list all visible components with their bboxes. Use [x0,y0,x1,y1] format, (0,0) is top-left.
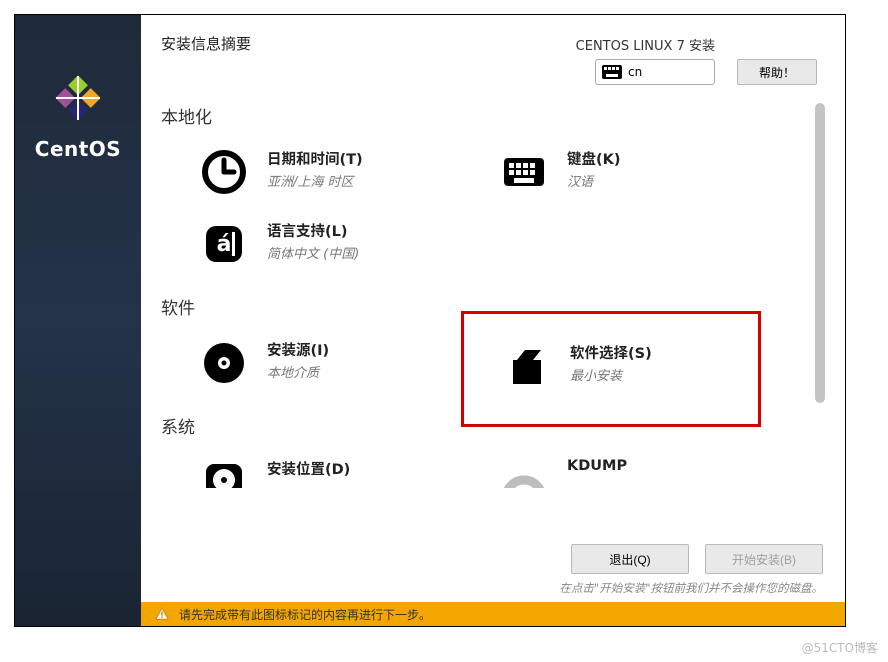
centos-logo [15,71,141,129]
clock-icon [199,148,249,196]
item-keyboard-sub: 汉语 [567,171,621,190]
quit-button[interactable]: 退出(Q) [571,544,689,574]
item-kdump-title: KDUMP [567,458,627,474]
summary-body: 本地化 日期和时间(T) 亚洲/上海 时区 [141,95,801,554]
keyboard-icon [602,65,622,79]
item-source-sub: 本地介质 [267,362,329,381]
sidebar: CentOS [15,15,141,626]
svg-text:á: á [217,232,232,257]
item-keyboard-title: 键盘(K) [567,148,621,169]
item-datetime-title: 日期和时间(T) [267,148,363,169]
brand-label: CentOS [15,137,141,161]
item-language-title: 语言支持(L) [267,220,359,241]
warning-text: 请先完成带有此图标标记的内容再进行下一步。 [179,606,431,623]
item-datetime-sub: 亚洲/上海 时区 [267,171,363,190]
help-button[interactable]: 帮助！ [737,59,817,85]
watermark: @51CTO博客 [802,639,878,656]
disc-icon [199,339,249,387]
item-software-sub: 最小安装 [570,365,652,384]
item-keyboard[interactable]: 键盘(K) 汉语 [461,142,761,214]
install-label: CENTOS LINUX 7 安装 [576,35,715,54]
keyboard-icon [499,148,549,196]
item-kdump[interactable]: KDUMP [461,452,761,488]
kdump-icon [499,458,549,488]
warning-bar: 请先完成带有此图标标记的内容再进行下一步。 [141,602,845,626]
page-title: 安装信息摘要 [161,33,827,54]
item-language[interactable]: á 语言支持(L) 简体中文 (中国) [161,214,461,286]
warning-icon [155,607,169,621]
item-dest-title: 安装位置(D) [267,458,350,479]
scrollbar[interactable] [815,103,825,524]
item-software-title: 软件选择(S) [570,342,652,363]
language-icon: á [199,220,249,268]
item-install-source[interactable]: 安装源(I) 本地介质 [161,333,461,405]
item-language-sub: 简体中文 (中国) [267,243,359,262]
item-install-destination[interactable]: 安装位置(D) [161,452,461,488]
begin-install-button[interactable]: 开始安装(B) [705,544,823,574]
item-software-selection[interactable]: 软件选择(S) 最小安装 [461,311,761,427]
harddisk-icon [199,458,249,488]
keyboard-layout-indicator[interactable]: cn [595,59,715,85]
keyboard-layout-code: cn [628,65,642,79]
package-icon [502,342,552,390]
scrollbar-thumb[interactable] [815,103,825,403]
footer-hint: 在点击"开始安装"按钮前我们并不会操作您的磁盘。 [559,580,823,596]
item-source-title: 安装源(I) [267,339,329,360]
section-localization: 本地化 [161,103,801,128]
item-datetime[interactable]: 日期和时间(T) 亚洲/上海 时区 [161,142,461,214]
